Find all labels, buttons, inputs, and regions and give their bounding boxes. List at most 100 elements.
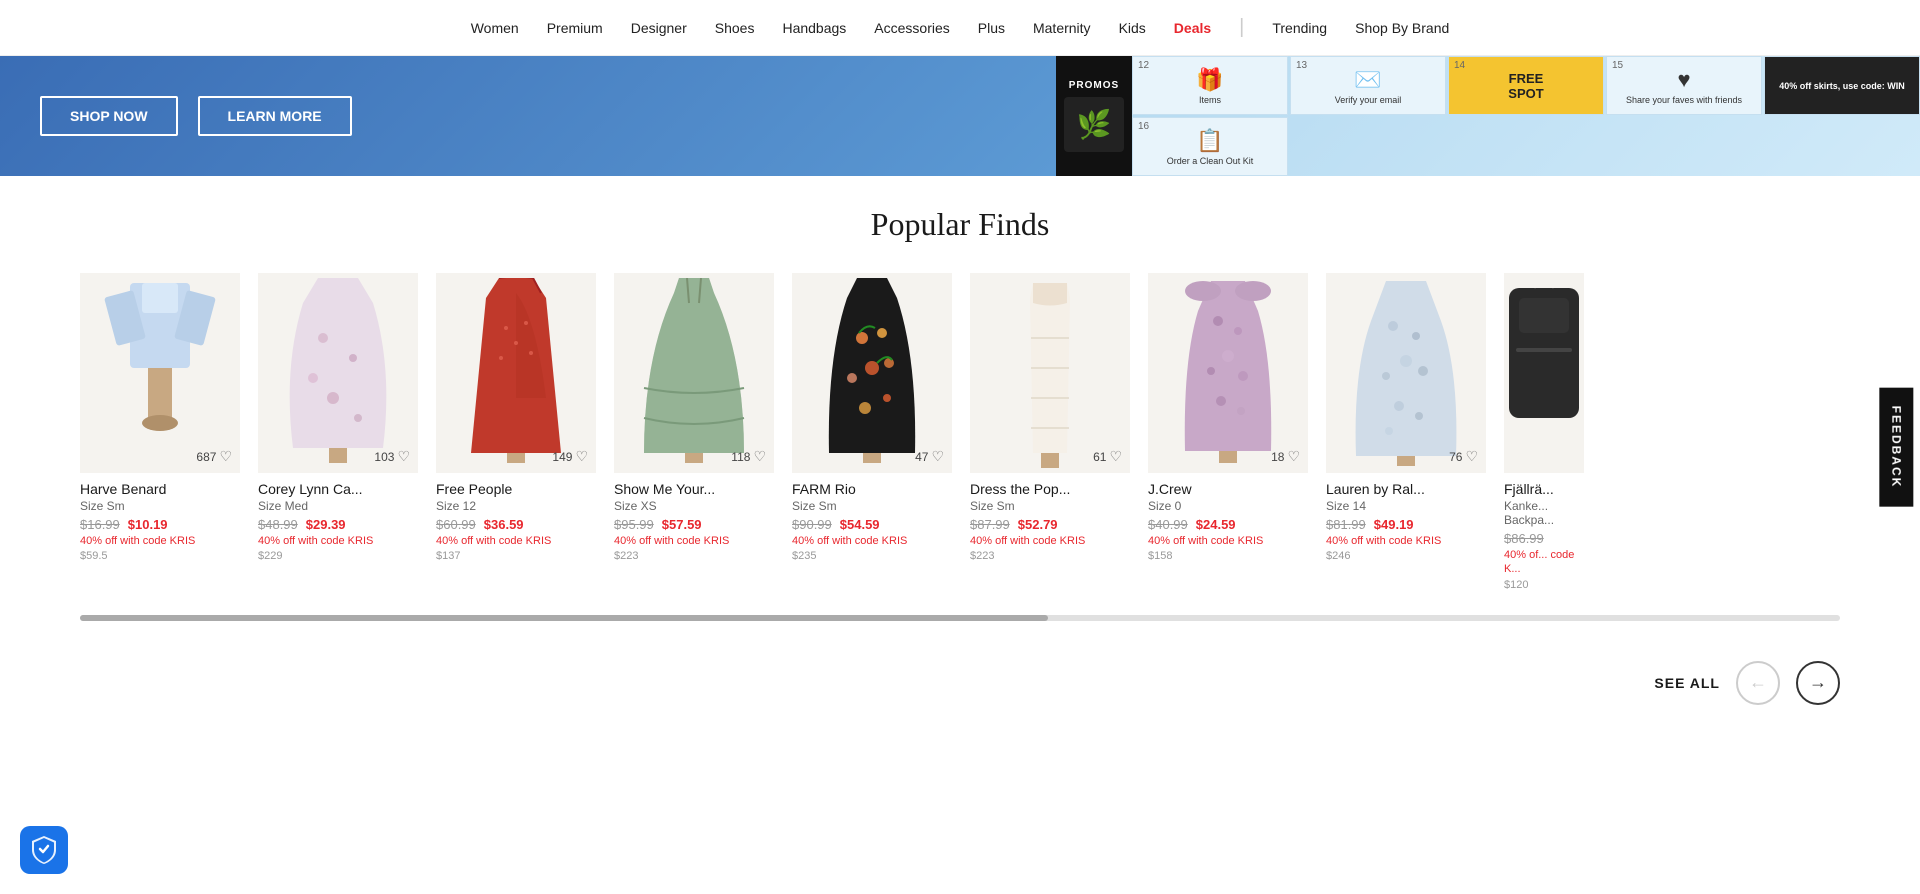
see-all-link[interactable]: SEE ALL (1654, 675, 1720, 691)
product-info-p4: Show Me Your... Size XS $95.99 $57.59 40… (614, 473, 774, 562)
products-row: 687 ♡ Harve Benard Size Sm $16.99 $10.19… (80, 273, 1840, 601)
price-orig-p2: $48.99 (258, 517, 298, 532)
price-orig-p6: $87.99 (970, 517, 1010, 532)
like-badge-p7[interactable]: 18 ♡ (1271, 448, 1300, 465)
orig-tag-p4: $223 (614, 550, 774, 562)
heart-icon-p8: ♡ (1465, 448, 1478, 465)
product-image-p8: 76 ♡ (1326, 273, 1486, 473)
nav-item-women[interactable]: Women (471, 20, 519, 36)
size-p1: Size Sm (80, 499, 240, 513)
bottom-bar: SEE ALL ← → (0, 661, 1920, 725)
size-p8: Size 14 (1326, 499, 1486, 513)
promo-cell-15: 15 ♥ Share your faves with friends (1606, 56, 1762, 115)
like-badge-p4[interactable]: 118 ♡ (731, 448, 766, 465)
nav-item-shop-by-brand[interactable]: Shop By Brand (1355, 20, 1449, 36)
product-card-p3[interactable]: 149 ♡ Free People Size 12 $60.99 $36.59 … (436, 273, 596, 591)
scroll-track[interactable] (80, 615, 1840, 621)
price-orig-p8: $81.99 (1326, 517, 1366, 532)
heart-icon-p3: ♡ (575, 448, 588, 465)
nav-item-trending[interactable]: Trending (1272, 20, 1327, 36)
like-badge-p6[interactable]: 61 ♡ (1093, 448, 1122, 465)
product-image-p4: 118 ♡ (614, 273, 774, 473)
scroll-thumb[interactable] (80, 615, 1048, 621)
security-badge[interactable] (20, 826, 68, 874)
heart-icon-p4: ♡ (753, 448, 766, 465)
product-card-p8[interactable]: 76 ♡ Lauren by Ral... Size 14 $81.99 $49… (1326, 273, 1486, 591)
price-sale-p3: $36.59 (484, 517, 524, 532)
size-p2: Size Med (258, 499, 418, 513)
promo-text-p7: 40% off with code KRIS (1148, 534, 1308, 548)
heart-icon-p5: ♡ (931, 448, 944, 465)
like-count-p1: 687 (196, 450, 216, 464)
brand-name-p6: Dress the Pop... (970, 481, 1130, 497)
orig-tag-p8: $246 (1326, 550, 1486, 562)
nav-item-accessories[interactable]: Accessories (874, 20, 949, 36)
price-sale-p4: $57.59 (662, 517, 702, 532)
heart-icon-p6: ♡ (1109, 448, 1122, 465)
product-info-p6: Dress the Pop... Size Sm $87.99 $52.79 4… (970, 473, 1130, 562)
heart-icon-p7: ♡ (1287, 448, 1300, 465)
nav-item-shoes[interactable]: Shoes (715, 20, 755, 36)
promo-text-p1: 40% off with code KRIS (80, 534, 240, 548)
like-count-p5: 47 (915, 450, 928, 464)
product-card-p7[interactable]: 18 ♡ J.Crew Size 0 $40.99 $24.59 40% off… (1148, 273, 1308, 591)
like-badge-p3[interactable]: 149 ♡ (552, 448, 588, 465)
product-image-p6: 61 ♡ (970, 273, 1130, 473)
nav-item-premium[interactable]: Premium (547, 20, 603, 36)
banner-btn-1[interactable]: SHOP NOW (40, 96, 178, 136)
product-info-p2: Corey Lynn Ca... Size Med $48.99 $29.39 … (258, 473, 418, 562)
products-scroll-wrapper[interactable]: 687 ♡ Harve Benard Size Sm $16.99 $10.19… (80, 273, 1840, 601)
nav-item-maternity[interactable]: Maternity (1033, 20, 1091, 36)
product-card-p1[interactable]: 687 ♡ Harve Benard Size Sm $16.99 $10.19… (80, 273, 240, 591)
price-orig-p4: $95.99 (614, 517, 654, 532)
price-sale-p5: $54.59 (840, 517, 880, 532)
brand-name-p7: J.Crew (1148, 481, 1308, 497)
promo-text-p2: 40% off with code KRIS (258, 534, 418, 548)
brand-name-p3: Free People (436, 481, 596, 497)
promo-text-p5: 40% off with code KRIS (792, 534, 952, 548)
size-p5: Size Sm (792, 499, 952, 513)
price-orig-p3: $60.99 (436, 517, 476, 532)
prev-arrow-button[interactable]: ← (1736, 661, 1780, 705)
product-card-p4[interactable]: 118 ♡ Show Me Your... Size XS $95.99 $57… (614, 273, 774, 591)
size-p6: Size Sm (970, 499, 1130, 513)
like-badge-p1[interactable]: 687 ♡ (196, 448, 232, 465)
banner-btn-2[interactable]: LEARN MORE (198, 96, 352, 136)
nav-item-deals[interactable]: Deals (1174, 20, 1211, 36)
nav-item-kids[interactable]: Kids (1119, 20, 1146, 36)
like-count-p7: 18 (1271, 450, 1284, 464)
feedback-tab[interactable]: FEEDBACK (1880, 388, 1914, 507)
price-sale-p1: $10.19 (128, 517, 168, 532)
product-card-p6[interactable]: 61 ♡ Dress the Pop... Size Sm $87.99 $52… (970, 273, 1130, 591)
next-arrow-button[interactable]: → (1796, 661, 1840, 705)
promo-text-p3: 40% off with code KRIS (436, 534, 596, 548)
product-info-p9: Fjällrä... Kanke... Backpa... $86.99 40%… (1504, 473, 1584, 591)
like-badge-p2[interactable]: 103 ♡ (374, 448, 410, 465)
popular-finds-section: Popular Finds 687 ♡ (0, 176, 1920, 661)
product-image-p7: 18 ♡ (1148, 273, 1308, 473)
product-image-p3: 149 ♡ (436, 273, 596, 473)
product-card-p2[interactable]: 103 ♡ Corey Lynn Ca... Size Med $48.99 $… (258, 273, 418, 591)
size-p9: Kanke... Backpa... (1504, 499, 1584, 527)
price-sale-p7: $24.59 (1196, 517, 1236, 532)
promo-cell-12: 12 🎁 Items (1132, 56, 1288, 115)
promo-text-p6: 40% off with code KRIS (970, 534, 1130, 548)
like-count-p3: 149 (552, 450, 572, 464)
product-image-p9 (1504, 273, 1584, 473)
brand-name-p1: Harve Benard (80, 481, 240, 497)
banner-left: SHOP NOW LEARN MORE (0, 56, 1056, 176)
product-card-p5[interactable]: 47 ♡ FARM Rio Size Sm $90.99 $54.59 40% … (792, 273, 952, 591)
like-badge-p5[interactable]: 47 ♡ (915, 448, 944, 465)
popular-title: Popular Finds (80, 206, 1840, 243)
nav-item-designer[interactable]: Designer (631, 20, 687, 36)
product-card-p9[interactable]: Fjällrä... Kanke... Backpa... $86.99 40%… (1504, 273, 1584, 591)
banner: SHOP NOW LEARN MORE PROMOS 🌿 12 🎁 Items … (0, 56, 1920, 176)
like-count-p6: 61 (1093, 450, 1106, 464)
price-orig-p9: $86.99 (1504, 531, 1544, 546)
size-p3: Size 12 (436, 499, 596, 513)
nav-item-plus[interactable]: Plus (978, 20, 1005, 36)
nav-item-handbags[interactable]: Handbags (782, 20, 846, 36)
product-info-p7: J.Crew Size 0 $40.99 $24.59 40% off with… (1148, 473, 1308, 562)
like-badge-p8[interactable]: 76 ♡ (1449, 448, 1478, 465)
brand-name-p9: Fjällrä... (1504, 481, 1584, 497)
